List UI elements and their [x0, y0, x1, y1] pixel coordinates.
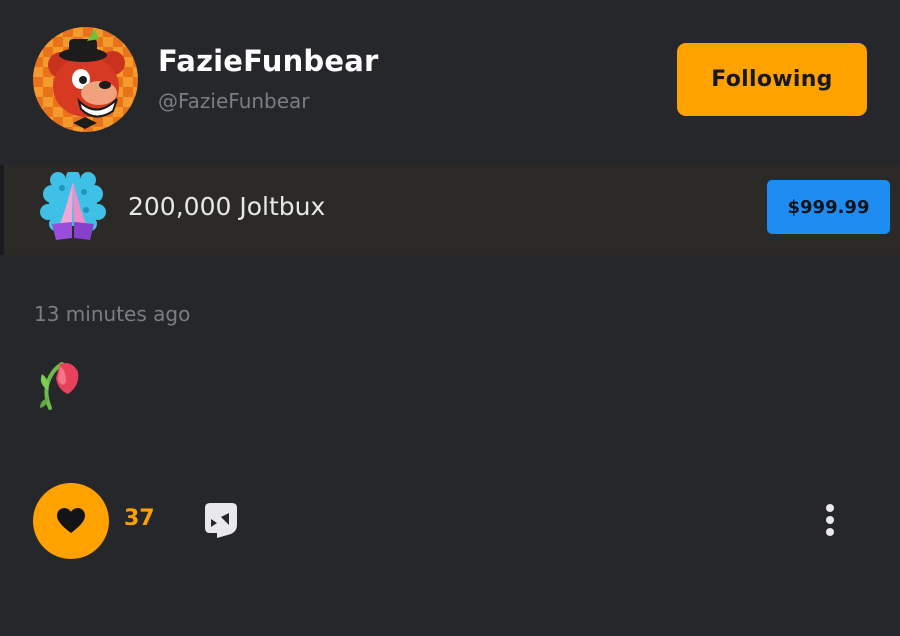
dot: [826, 516, 834, 524]
author-display-name[interactable]: FazieFunbear: [158, 44, 379, 78]
heart-icon: [57, 508, 85, 533]
praying-hands-icon: [40, 172, 106, 240]
product-label: 200,000 Joltbux: [128, 192, 326, 221]
comment-button[interactable]: [203, 501, 239, 539]
more-options-button[interactable]: [815, 500, 845, 540]
author-handle[interactable]: @FazieFunbear: [158, 89, 310, 113]
post-timestamp: 13 minutes ago: [34, 302, 191, 326]
cartoon-bear-avatar-icon: [33, 27, 138, 132]
purchase-banner: 200,000 Joltbux $999.99: [0, 165, 900, 255]
wilted-rose-icon: [40, 362, 79, 410]
avatar[interactable]: [33, 27, 138, 132]
dot: [826, 528, 834, 536]
dot: [826, 504, 834, 512]
following-button[interactable]: Following: [677, 43, 867, 116]
post-card: FazieFunbear @FazieFunbear Following 200…: [0, 0, 900, 636]
like-count: 37: [124, 506, 155, 531]
like-button[interactable]: [33, 483, 109, 559]
price-button[interactable]: $999.99: [767, 180, 890, 234]
comment-bubble-icon: [205, 503, 237, 538]
